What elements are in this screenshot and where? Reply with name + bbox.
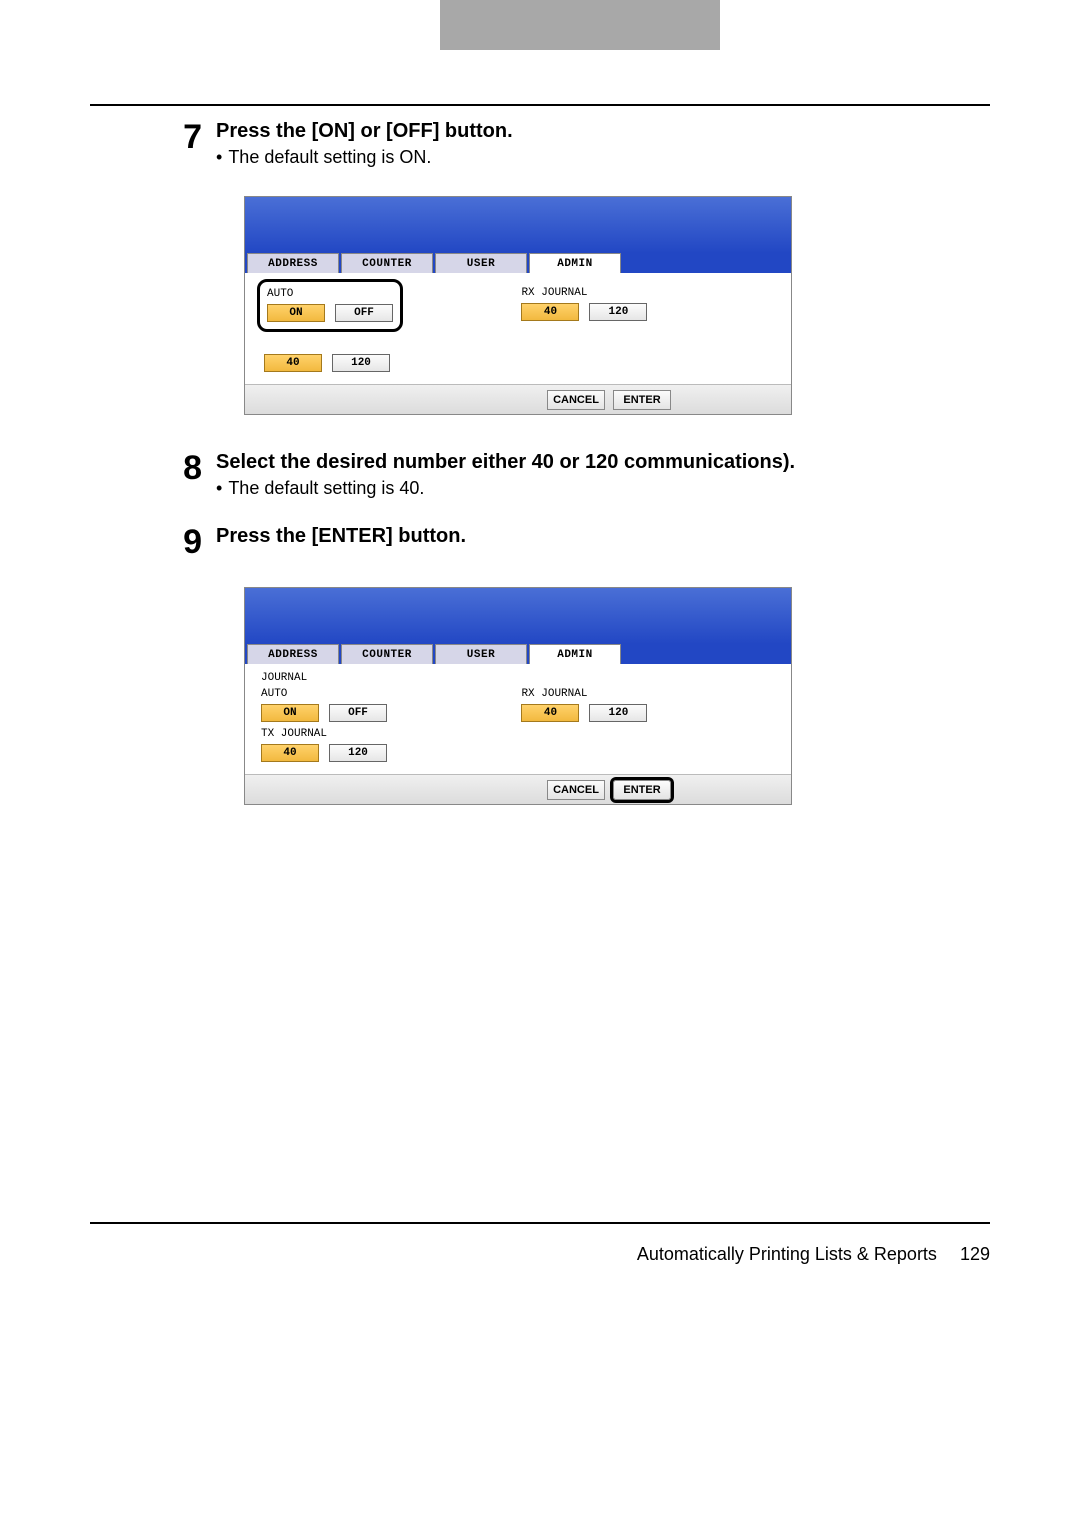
step-title: Press the [ENTER] button.	[216, 525, 990, 548]
on-off-highlight: AUTO ON OFF	[257, 279, 403, 332]
tab-counter[interactable]: COUNTER	[341, 253, 433, 273]
cancel-button[interactable]: CANCEL	[547, 780, 605, 800]
tx-40-button[interactable]: 40	[261, 744, 319, 762]
page-tab-marker	[440, 0, 720, 50]
page-footer: Automatically Printing Lists & Reports 1…	[90, 1244, 990, 1265]
rx-40-button[interactable]: 40	[521, 704, 579, 722]
step-note: •The default setting is ON.	[216, 147, 990, 168]
tab-address[interactable]: ADDRESS	[247, 253, 339, 273]
label-auto: AUTO	[261, 688, 507, 700]
top-rule	[90, 104, 990, 106]
screen-header	[245, 588, 791, 644]
tab-counter[interactable]: COUNTER	[341, 644, 433, 664]
label-journal: JOURNAL	[261, 672, 507, 684]
tab-admin[interactable]: ADMIN	[529, 644, 621, 664]
screenshot-1: ADDRESS COUNTER USER ADMIN AUTO ON OFF	[244, 196, 792, 415]
tx-40-button[interactable]: 40	[264, 354, 322, 372]
content-area: 7 Press the [ON] or [OFF] button. •The d…	[170, 120, 990, 841]
step-number: 7	[170, 120, 202, 154]
rx-120-button[interactable]: 120	[589, 303, 647, 321]
tab-user[interactable]: USER	[435, 644, 527, 664]
tab-user[interactable]: USER	[435, 253, 527, 273]
label-rx-journal: RX JOURNAL	[521, 287, 647, 299]
step-note: •The default setting is 40.	[216, 478, 990, 499]
rx-40-button[interactable]: 40	[521, 303, 579, 321]
screenshot-2: ADDRESS COUNTER USER ADMIN JOURNAL AUTO …	[244, 587, 792, 805]
tab-address[interactable]: ADDRESS	[247, 644, 339, 664]
step-title: Select the desired number either 40 or 1…	[216, 451, 990, 474]
on-button[interactable]: ON	[267, 304, 325, 322]
tx-120-button[interactable]: 120	[329, 744, 387, 762]
screen-header	[245, 197, 791, 253]
rx-120-button[interactable]: 120	[589, 704, 647, 722]
enter-button[interactable]: ENTER	[613, 390, 671, 410]
screen-footer: CANCEL ENTER	[245, 384, 791, 414]
screen-tabs: ADDRESS COUNTER USER ADMIN	[245, 253, 791, 273]
bottom-rule	[90, 1222, 990, 1224]
step-title: Press the [ON] or [OFF] button.	[216, 120, 990, 143]
step-7: 7 Press the [ON] or [OFF] button. •The d…	[170, 120, 990, 168]
footer-page-number: 129	[960, 1244, 990, 1264]
tx-120-button[interactable]: 120	[332, 354, 390, 372]
off-button[interactable]: OFF	[329, 704, 387, 722]
enter-button-highlighted[interactable]: ENTER	[613, 780, 671, 800]
step-8: 8 Select the desired number either 40 or…	[170, 451, 990, 499]
tab-admin[interactable]: ADMIN	[529, 253, 621, 273]
footer-title: Automatically Printing Lists & Reports	[637, 1244, 937, 1264]
step-note-text: The default setting is ON.	[228, 147, 431, 167]
label-rx-journal: RX JOURNAL	[521, 688, 647, 700]
off-button[interactable]: OFF	[335, 304, 393, 322]
step-number: 8	[170, 451, 202, 485]
label-auto: AUTO	[267, 288, 393, 300]
screen-tabs: ADDRESS COUNTER USER ADMIN	[245, 644, 791, 664]
on-button[interactable]: ON	[261, 704, 319, 722]
step-number: 9	[170, 525, 202, 559]
screen-footer: CANCEL ENTER	[245, 774, 791, 804]
cancel-button[interactable]: CANCEL	[547, 390, 605, 410]
step-9: 9 Press the [ENTER] button.	[170, 525, 990, 559]
label-tx-journal: TX JOURNAL	[261, 728, 507, 740]
step-note-text: The default setting is 40.	[228, 478, 424, 498]
